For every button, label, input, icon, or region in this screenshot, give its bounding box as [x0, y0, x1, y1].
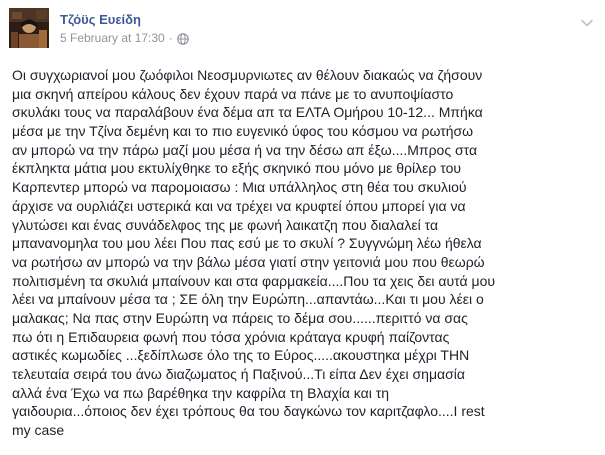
post-text-line: να ρωτήσω αν μπορώ να την βάλω μέσα γιατ…	[12, 253, 485, 270]
post-text-line: αν μπορώ να την πάρω μαζί μου μέσα ή να …	[12, 141, 478, 158]
post-text-line: άρχισε να ουρλιάζει υστερικά και να τρέχ…	[12, 197, 466, 214]
meta-separator: ·	[168, 31, 173, 45]
facebook-post: Τζόϋς Ευείδη 5 February at 17:30 · Οι συ…	[0, 0, 605, 455]
post-text-line: μέσα με την Τζίνα δεμένη και το πιο ευγε…	[12, 123, 474, 140]
post-text-line: πω ότι η Επιδαυρεια φωνή που τόσα χρόνια…	[12, 328, 450, 345]
post-text-line: τελευταία σειρά του άνω διαζωματος ή Παξ…	[12, 366, 465, 382]
post-text-line: μπανανομηλα του μου λέει Που πας εσύ με …	[12, 235, 482, 252]
post-timestamp-link[interactable]: 5 February at 17:30	[60, 31, 165, 46]
post-text-line: γλυτώσει και ένας συνάδελφος της με φωνή…	[12, 216, 439, 233]
post-text-line: γαιδουρια...όποιος δεν έχει τρόπους θα τ…	[12, 403, 485, 420]
post-text-line: έκπληκτα μάτια μου εκτυλίχθηκε το εξής σ…	[12, 160, 462, 177]
chevron-down-icon[interactable]	[581, 14, 593, 27]
post-text-line: λέει να μπαίνουν μέσα τα ; ΣΕ όλη την Ευ…	[12, 291, 484, 308]
post-text-line: μια σκηνή απείρου κάλους δεν έχουν παρά …	[12, 85, 454, 102]
post-text-line: μαλακας; Να πας στην Ευρώπη να πάρεις το…	[12, 309, 468, 326]
post-body-text: Οι συγχωριανοί μου ζωόφιλοι Νεοσμυρνιωτε…	[12, 66, 597, 440]
post-text-line: πολιτισμένη τα σκυλιά μπαίνουν και στα φ…	[12, 272, 496, 289]
post-text-line: αστικές κωμωδίες ...ξεδίπλωσε όλο της το…	[12, 347, 470, 364]
post-text-line: αλλά ένα Έχω να πω βαρέθηκα την καφρίλα …	[12, 384, 390, 401]
post-text-line: Οι συγχωριανοί μου ζωόφιλοι Νεοσμυρνιωτε…	[12, 67, 483, 83]
author-name-link[interactable]: Τζόϋς Ευείδη	[60, 12, 141, 28]
globe-icon[interactable]	[176, 32, 189, 45]
post-text-line: σκυλάκι τους να παραλάβουν ένα δέμα απ τ…	[12, 104, 483, 121]
post-text-line: Καρπεντερ μπορώ να παρομοιασω : Μια υπάλ…	[12, 179, 467, 196]
author-avatar[interactable]	[9, 8, 49, 48]
post-meta: 5 February at 17:30 ·	[60, 31, 189, 46]
post-text-line: my case	[12, 422, 65, 439]
avatar-photo-icon	[9, 8, 49, 48]
